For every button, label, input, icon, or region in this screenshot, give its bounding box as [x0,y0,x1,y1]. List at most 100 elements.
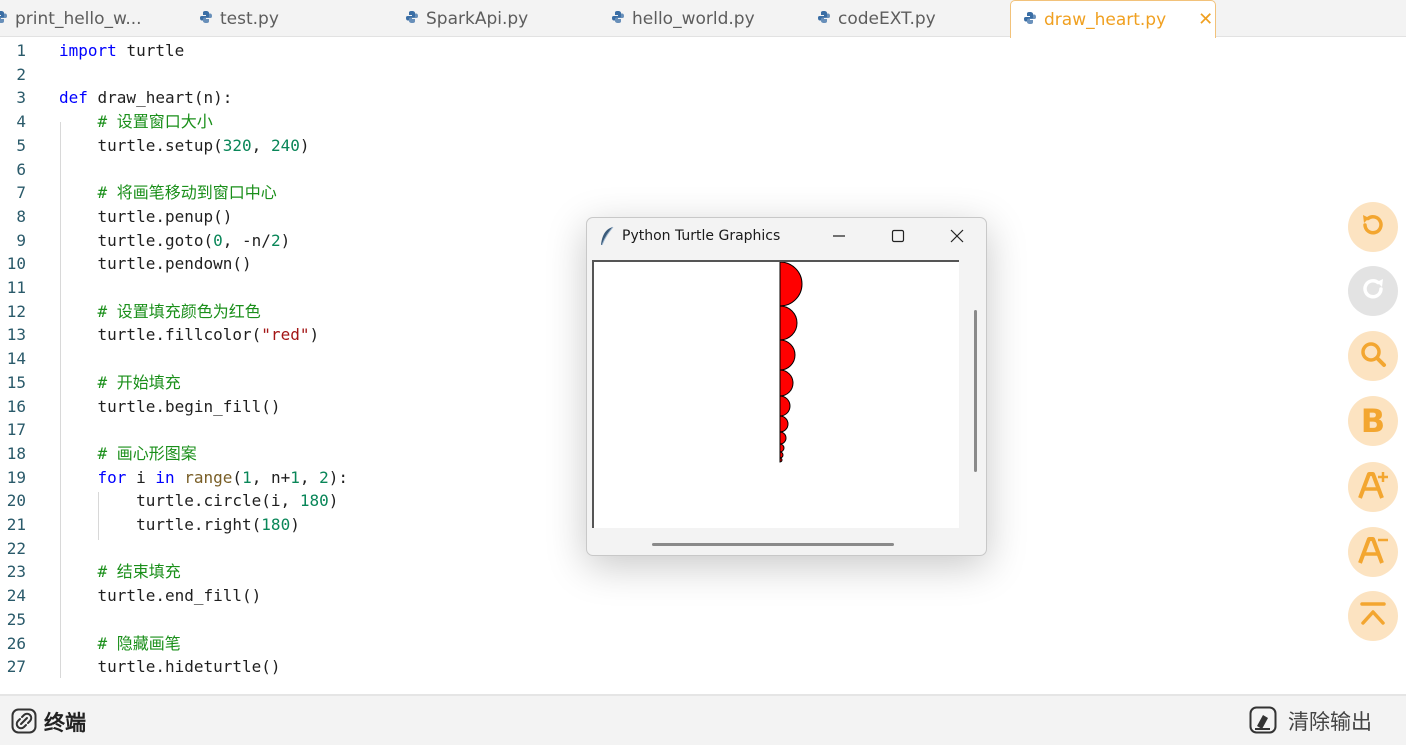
bold-button[interactable]: B [1348,396,1398,446]
code-line[interactable]: 4 # 设置窗口大小 [0,110,1340,134]
terminal-label[interactable]: 终端 [44,707,86,737]
code-token: # 将画笔移动到窗口中心 [97,183,277,203]
code-token: def [59,88,98,108]
turtle-graphics-window[interactable]: Python Turtle Graphics [586,217,987,556]
code-token: turtle.goto( [59,230,214,250]
code-token: for [97,467,127,487]
eraser-icon [1249,706,1277,738]
python-file-icon [817,9,831,29]
code-text: turtle.circle(i, 180) [59,489,338,513]
font-decrease-button[interactable] [1348,527,1398,577]
code-token: ) [299,135,310,155]
code-token: import [59,41,127,60]
code-token: ): [328,467,349,487]
maximize-icon [891,228,905,247]
line-number: 22 [6,538,26,558]
line-number: 26 [6,633,26,653]
code-line[interactable]: 24 turtle.end_fill() [0,584,1340,608]
font-decrease-icon [1357,534,1389,570]
code-text: turtle.end_fill() [59,584,262,608]
close-tab-icon[interactable]: ✕ [1198,9,1213,30]
code-line[interactable]: 1 import turtle [0,39,1340,63]
code-line[interactable]: 3 def draw_heart(n): [0,86,1340,110]
python-file-icon [611,9,625,29]
code-token: turtle.pendown() [59,254,252,274]
code-line[interactable]: 27 turtle.hideturtle() [0,655,1340,679]
tab-sparkapi[interactable]: SparkApi.py [405,0,528,37]
code-text: turtle.begin_fill() [59,395,281,419]
code-text: turtle.fillcolor("red") [59,323,320,347]
link-icon [11,708,37,738]
clear-output-label[interactable]: 清除输出 [1288,706,1372,736]
line-number: 5 [16,135,26,155]
terminal-bar: 终端 清除输出 [0,694,1406,745]
code-token: 1 [290,467,300,487]
code-text: # 开始填充 [59,371,181,395]
code-line[interactable]: 5 turtle.setup(320, 240) [0,134,1340,158]
code-token: 0 [213,230,223,250]
code-token: turtle.right( [59,515,262,534]
code-text: def draw_heart(n): [59,86,232,110]
close-window-button[interactable] [937,224,977,250]
code-token: 320 [222,135,252,155]
minimize-button[interactable] [819,224,859,250]
code-token: ) [290,515,300,534]
tab-label: codeEXT.py [838,8,936,29]
code-token: turtle.penup() [59,206,233,226]
tab-draw-heart[interactable]: draw_heart.py ✕ [1010,0,1216,38]
horizontal-scrollbar[interactable] [652,543,894,546]
line-number: 7 [16,183,26,203]
code-token: in [155,467,175,487]
redo-button[interactable] [1348,266,1398,316]
code-token: , [251,135,271,155]
python-file-icon [405,9,419,29]
tab-label: draw_heart.py [1044,9,1167,30]
line-number: 15 [6,372,26,392]
tab-codeext[interactable]: codeEXT.py [817,0,936,37]
code-token: 180 [299,491,329,511]
code-text: # 隐藏画笔 [59,632,181,656]
line-number: 4 [16,112,26,132]
line-number: 16 [6,396,26,416]
turtle-canvas[interactable] [592,260,959,528]
code-line[interactable]: 23 # 结束填充 [0,560,1340,584]
code-token: turtle.setup( [59,135,223,155]
tab-print-hello-world[interactable]: print_hello_w... [0,0,142,37]
code-text: turtle.hideturtle() [59,655,281,679]
code-line[interactable]: 26 # 隐藏画笔 [0,632,1340,656]
tab-test[interactable]: test.py [199,0,279,37]
code-token: ( [232,467,243,487]
python-file-icon [199,9,213,29]
code-text: turtle.setup(320, 240) [59,134,310,158]
code-line[interactable]: 2 [0,63,1340,87]
line-number: 27 [6,657,26,677]
heart-drawing [779,261,803,463]
code-token: ) [328,491,339,511]
code-text: # 将画笔移动到窗口中心 [59,181,277,205]
code-token: # 设置填充颜色为红色 [97,301,261,321]
clear-output-button[interactable] [1249,706,1277,734]
scroll-top-button[interactable] [1348,591,1398,641]
code-token: draw_heart(n): [97,88,233,108]
tab-hello-world[interactable]: hello_world.py [611,0,755,37]
code-text: # 结束填充 [59,560,181,584]
code-token: 1 [242,467,252,487]
line-number: 8 [16,206,26,226]
minimize-icon [832,228,846,247]
code-line[interactable]: 7 # 将画笔移动到窗口中心 [0,181,1340,205]
code-line[interactable]: 6 [0,158,1340,182]
code-line[interactable]: 25 [0,608,1340,632]
code-token: , [299,467,320,487]
code-token: turtle.begin_fill() [59,396,281,416]
code-token: 2 [270,230,281,250]
maximize-button[interactable] [878,224,918,250]
search-button[interactable] [1348,331,1398,381]
python-file-icon [0,9,8,29]
font-increase-button[interactable] [1348,462,1398,512]
undo-button[interactable] [1348,202,1398,252]
vertical-scrollbar[interactable] [974,310,977,472]
code-token: , -n/ [222,230,271,250]
